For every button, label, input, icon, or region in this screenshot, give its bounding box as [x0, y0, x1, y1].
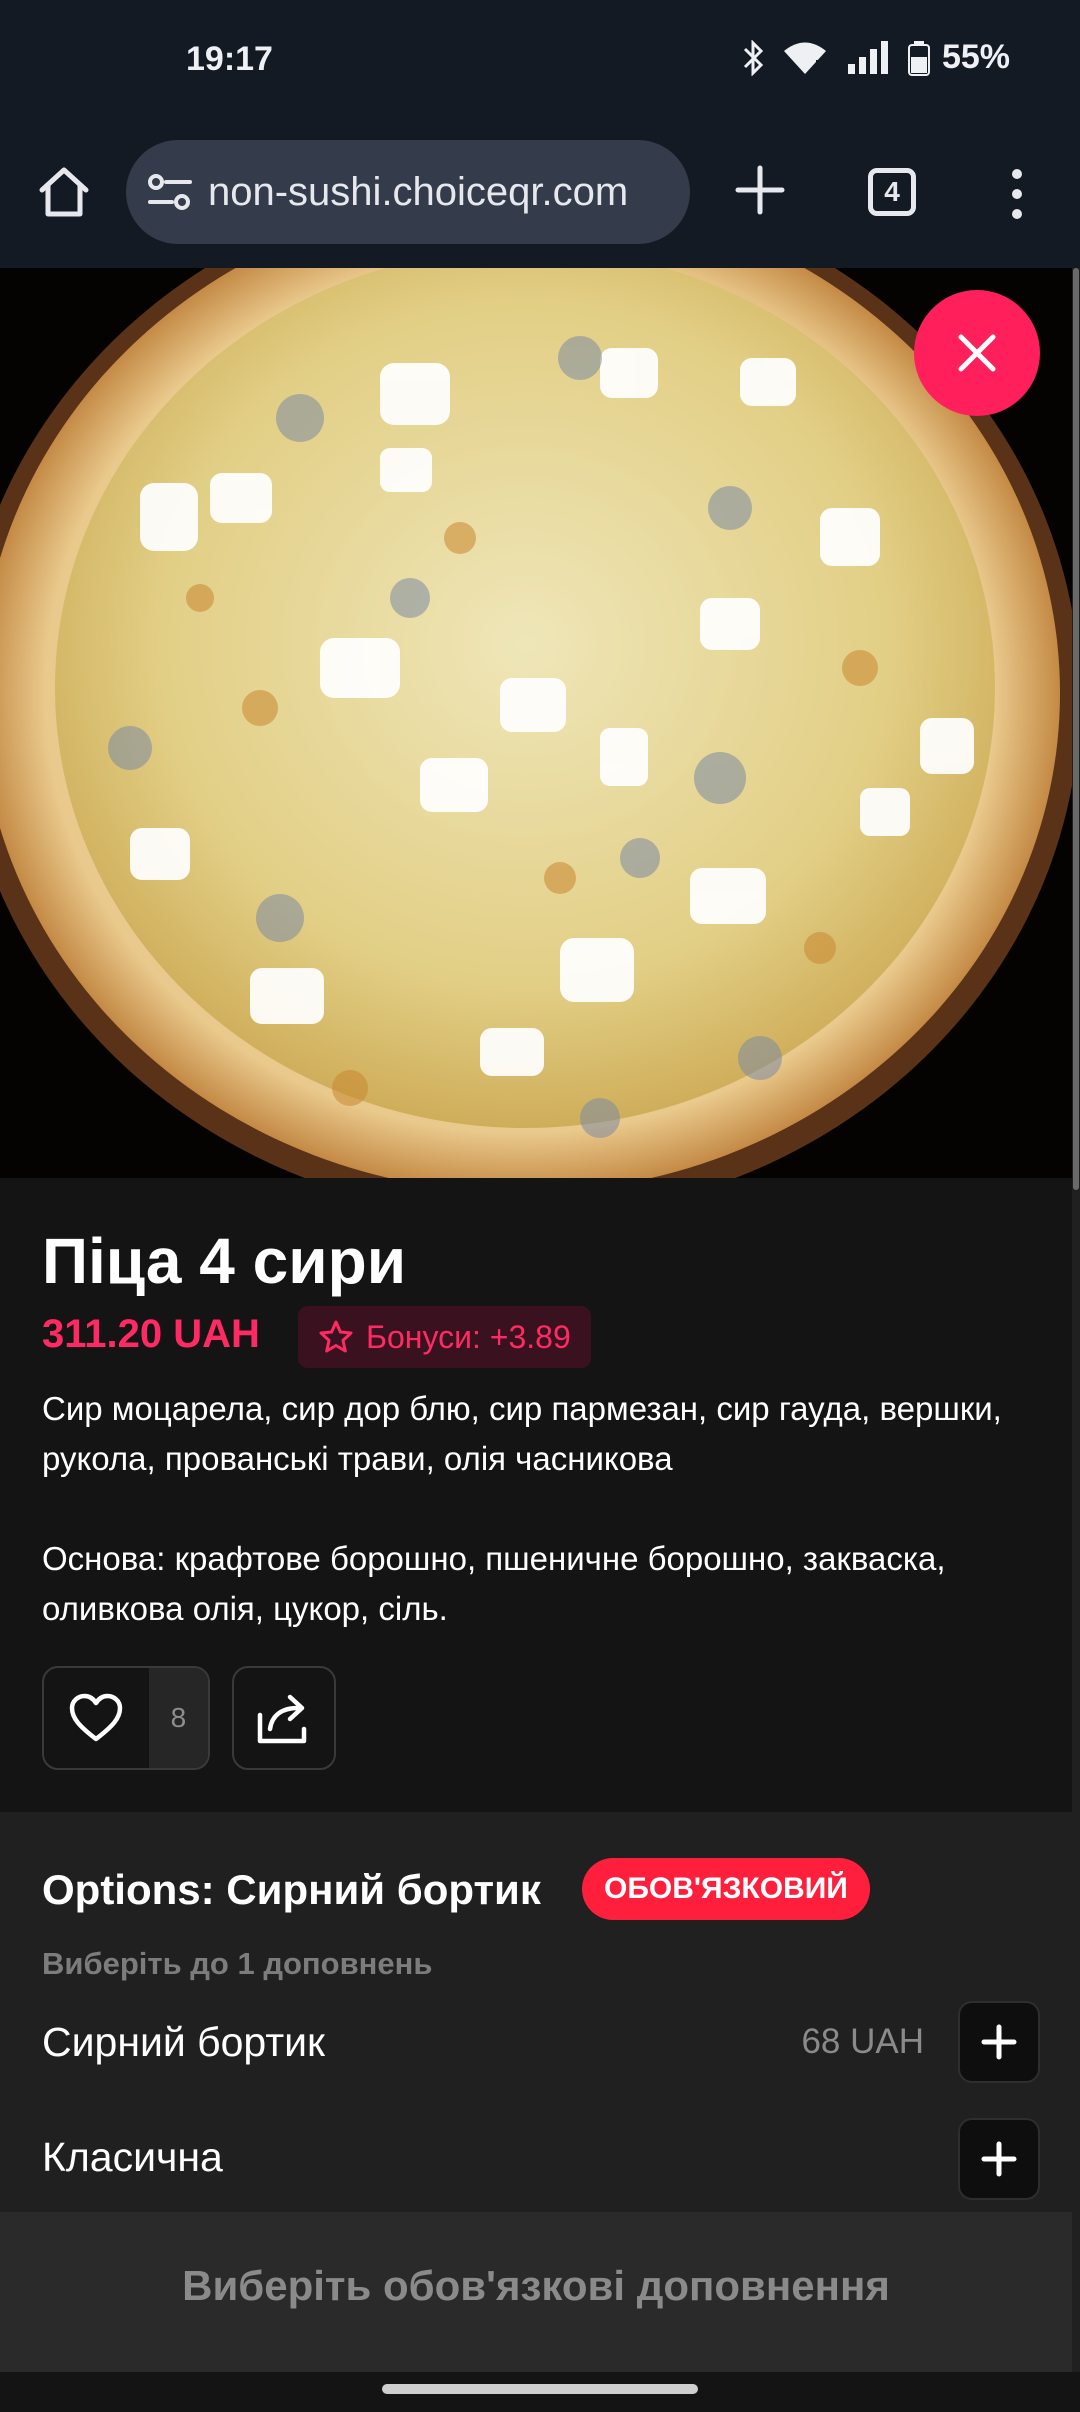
url-text: non-sushi.choiceqr.com	[208, 169, 629, 214]
more-vert-icon[interactable]	[1000, 166, 1034, 222]
bluetooth-icon	[743, 39, 764, 76]
product-title: Піца 4 сири	[42, 1225, 407, 1297]
pizza-image	[0, 268, 1072, 1178]
status-icons: 55%	[742, 38, 1010, 77]
plus-icon[interactable]	[730, 160, 790, 220]
required-badge: ОБОВ'ЯЗКОВИЙ	[582, 1858, 870, 1920]
add-option-button[interactable]	[958, 2001, 1040, 2083]
wifi-icon	[783, 42, 826, 74]
option-name: Класична	[42, 2134, 223, 2180]
product-price: 311.20 UAH	[42, 1312, 260, 1356]
cta-label: Виберіть обов'язкові доповнення	[182, 2262, 890, 2309]
option-name: Сирний бортик	[42, 2018, 325, 2065]
options-section: Options: Сирний бортик ОБОВ'ЯЗКОВИЙ Вибе…	[0, 1812, 1072, 2212]
signal-icon	[847, 40, 888, 74]
option-price: 68 UAH	[801, 2022, 924, 2061]
product-info: Піца 4 сири 311.20 UAH Бонуси: +3.89 Сир…	[0, 1178, 1072, 1812]
status-bar: 19:17 55%	[0, 0, 1080, 122]
browser-toolbar: non-sushi.choiceqr.com 4	[0, 122, 1080, 268]
product-image	[0, 268, 1072, 1178]
options-title: Options: Сирний бортик	[42, 1866, 541, 1913]
bonus-badge: Бонуси: +3.89	[298, 1306, 591, 1368]
bonus-text: Бонуси: +3.89	[366, 1318, 571, 1355]
select-required-button[interactable]: Виберіть обов'язкові доповнення	[0, 2212, 1072, 2372]
gesture-handle[interactable]	[382, 2384, 698, 2394]
description-base: Основа: крафтове борошно, пшеничне борош…	[42, 1540, 946, 1627]
add-option-button[interactable]	[958, 2118, 1040, 2200]
option-item[interactable]: Класична	[42, 2118, 1040, 2212]
close-icon	[958, 334, 996, 372]
scrollbar-thumb[interactable]	[1073, 268, 1079, 1190]
product-description: Сир моцарела, сир дор блю, сир пармезан,…	[42, 1384, 1042, 1684]
battery-percentage: 55%	[941, 38, 1010, 76]
heart-icon	[70, 1693, 123, 1742]
address-bar[interactable]: non-sushi.choiceqr.com	[126, 140, 690, 244]
share-button[interactable]	[232, 1666, 336, 1770]
tab-switcher-button[interactable]: 4	[868, 168, 916, 216]
like-button[interactable]	[44, 1668, 149, 1768]
like-group: 8	[42, 1666, 210, 1770]
plus-icon	[981, 2141, 1017, 2177]
option-item[interactable]: Сирний бортик 68 UAH	[42, 2000, 1040, 2084]
close-button[interactable]	[914, 290, 1040, 416]
options-hint: Виберіть до 1 доповнень	[42, 1946, 433, 1981]
plus-icon	[981, 2024, 1017, 2060]
home-icon[interactable]	[34, 162, 94, 222]
star-icon	[319, 1320, 353, 1353]
description-ingredients: Сир моцарела, сир дор блю, сир пармезан,…	[42, 1390, 1002, 1477]
share-icon	[257, 1694, 307, 1744]
battery-icon	[907, 40, 930, 76]
like-count: 8	[148, 1668, 208, 1768]
product-actions: 8	[42, 1666, 336, 1770]
status-time: 19:17	[186, 40, 273, 78]
site-settings-icon[interactable]	[146, 170, 194, 214]
